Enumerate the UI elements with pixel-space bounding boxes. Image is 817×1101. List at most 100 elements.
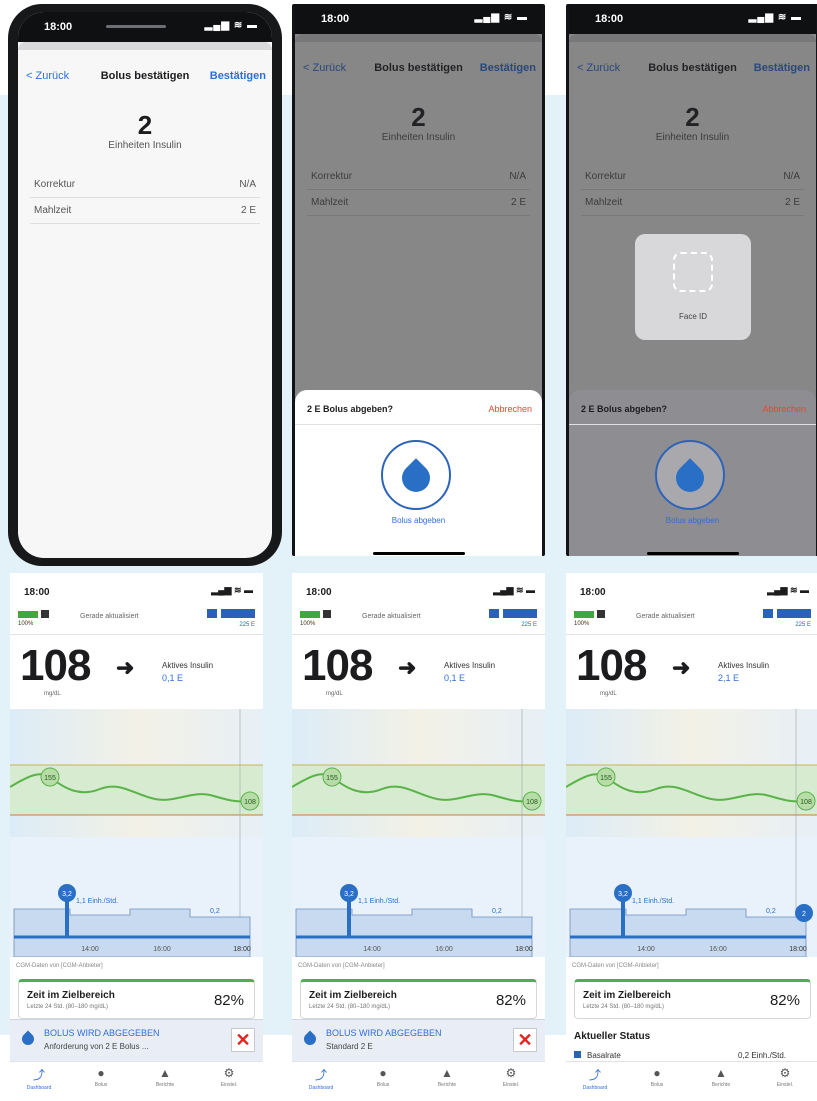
- faceid-icon: [673, 252, 713, 292]
- row-value: N/A: [239, 179, 256, 190]
- cancel-bolus-button[interactable]: ✕: [513, 1028, 537, 1052]
- cancel-button[interactable]: Abbrechen: [488, 404, 532, 414]
- x-tick-label: 16:00: [709, 946, 727, 953]
- tab-dashboard[interactable]: ⤴ Dashboard: [296, 1066, 346, 1091]
- x-tick-label: 16:00: [153, 946, 171, 953]
- tab-reports[interactable]: ▲ Berichte: [696, 1066, 746, 1088]
- banner-title: BOLUS WIRD ABGEGEBEN: [44, 1028, 160, 1038]
- tir-title: Zeit im Zielbereich: [27, 990, 115, 1001]
- deliver-bolus-button[interactable]: [381, 440, 451, 510]
- bell-icon: ▲: [441, 1066, 453, 1080]
- cgm-icon: [323, 610, 331, 618]
- confirm-screen: 18:00 ▂▄▆ ≋ ▬ < Zurück Bolus bestätigen …: [18, 12, 272, 558]
- faceid-screen: 18:00 ▂▄▆ ≋ ▬ < Zurück Bolus bestätigen …: [569, 4, 816, 556]
- glucose-chart[interactable]: 155 108: [566, 709, 817, 837]
- status-icons: ▂▄▆ ≋ ▬: [767, 585, 809, 595]
- tab-label: Einstel.: [502, 1082, 520, 1088]
- insulin-reservoir-icon: [489, 609, 537, 618]
- tab-settings[interactable]: ⚙ Einstel.: [204, 1066, 254, 1088]
- drop-icon: [19, 1030, 37, 1048]
- banner-subtitle: Anforderung von 2 E Bolus ...: [44, 1042, 149, 1051]
- high-marker-label: 155: [44, 775, 56, 782]
- bolus-amount: 2: [137, 110, 153, 140]
- status-time: 18:00: [321, 13, 350, 25]
- insulin-chart[interactable]: 1,1 Einh./Std. 0,2 3,2 2 14:00 16:00 18:…: [566, 837, 817, 957]
- drop-icon: ●: [97, 1066, 105, 1080]
- bell-icon: ▲: [159, 1066, 171, 1080]
- active-insulin-value: 0,1 E: [162, 673, 184, 683]
- x-tick-label: 16:00: [435, 946, 453, 953]
- tab-bolus[interactable]: ● Bolus: [76, 1066, 126, 1088]
- navbar: < Zurück Bolus bestätigen Bestätigen: [18, 52, 272, 98]
- tab-bolus[interactable]: ● Bolus: [632, 1066, 682, 1088]
- bolus-delivery-banner: BOLUS WIRD ABGEGEBEN Anforderung von 2 E…: [10, 1019, 263, 1061]
- bolus-bar: [621, 901, 625, 937]
- new-bolus-marker[interactable]: 2: [795, 904, 813, 922]
- dashboard-screen: 18:00 ▂▄▆ ≋ ▬ 100% Gerade aktualisiert 2…: [10, 573, 263, 1101]
- active-insulin-label: Aktives Insulin: [444, 661, 496, 670]
- cancel-button[interactable]: Abbrechen: [762, 404, 806, 414]
- glucose-chart[interactable]: 155 108: [292, 709, 545, 837]
- tab-dashboard[interactable]: ⤴ Dashboard: [570, 1066, 620, 1091]
- status-bar: 18:00 ▂▄▆ ≋ ▬: [566, 573, 817, 603]
- insulin-reservoir-units: 225 E: [795, 622, 811, 628]
- time-in-range-card[interactable]: Zeit im Zielbereich Letzte 24 Std. (80–1…: [300, 979, 537, 1019]
- time-in-range-card[interactable]: Zeit im Zielbereich Letzte 24 Std. (80–1…: [18, 979, 255, 1019]
- tab-bolus[interactable]: ● Bolus: [358, 1066, 408, 1088]
- tab-bar: ⤴ Dashboard ● Bolus ▲ Berichte ⚙ Einstel…: [10, 1061, 263, 1101]
- tir-subtitle: Letzte 24 Std. (80–180 mg/dL): [583, 1004, 665, 1010]
- tab-label: Dashboard: [308, 1085, 334, 1091]
- deliver-bolus-label[interactable]: Bolus abgeben: [295, 516, 542, 525]
- glucose-unit: mg/dL: [44, 691, 61, 697]
- confirm-button[interactable]: Bestätigen: [210, 70, 266, 82]
- bolus-sheet-screenshot: 18:00 ▂▄▆ ≋ ▬ < Zurück Bolus bestätigen …: [292, 4, 545, 556]
- time-in-range-card[interactable]: Zeit im Zielbereich Letzte 24 Std. (80–1…: [574, 979, 811, 1019]
- cancel-bolus-button[interactable]: ✕: [231, 1028, 255, 1052]
- cgm-source-note: CGM-Daten von [CGM-Anbieter]: [298, 963, 385, 969]
- glucose-chart[interactable]: 155 108: [10, 709, 263, 837]
- basal-end-label: 0,2: [210, 908, 220, 915]
- gear-icon: ⚙: [779, 1066, 791, 1080]
- tab-reports[interactable]: ▲ Berichte: [140, 1066, 190, 1088]
- chart-icon: ⤴: [588, 1068, 601, 1082]
- chart-icon: ⤴: [32, 1068, 45, 1082]
- trend-arrow-icon: ➜: [116, 655, 135, 680]
- tab-settings[interactable]: ⚙ Einstel.: [486, 1066, 536, 1088]
- cgm-source-note: CGM-Daten von [CGM-Anbieter]: [16, 963, 103, 969]
- bolus-marker-label: 3,2: [62, 891, 72, 898]
- status-bar: 18:00 ▂▄▆ ≋ ▬: [292, 573, 545, 603]
- bolus-bar: [347, 901, 351, 937]
- gear-icon: ⚙: [505, 1066, 517, 1080]
- tab-dashboard[interactable]: ⤴ Dashboard: [14, 1066, 64, 1091]
- deliver-bolus-button[interactable]: [655, 440, 725, 510]
- tir-value: 82%: [495, 992, 526, 1009]
- sheet-edge: [18, 42, 272, 50]
- bolus-marker-label: 3,2: [618, 891, 628, 898]
- notch: [106, 25, 166, 28]
- current-status-heading: Aktueller Status: [574, 1031, 651, 1042]
- status-time: 18:00: [580, 587, 606, 598]
- glucose-value: 108: [20, 641, 91, 690]
- active-insulin-value: 2,1 E: [718, 673, 740, 683]
- deliver-bolus-label[interactable]: Bolus abgeben: [569, 516, 816, 525]
- bell-icon: ▲: [715, 1066, 727, 1080]
- status-bar: 18:00 ▂▄▆ ≋ ▬: [18, 12, 272, 42]
- device-status-bar: 100% Gerade aktualisiert 225 E: [10, 603, 263, 635]
- current-marker-label: 108: [526, 799, 538, 806]
- status-time: 18:00: [44, 21, 73, 33]
- insulin-reservoir-icon: [207, 609, 255, 618]
- glucose-unit: mg/dL: [326, 691, 343, 697]
- insulin-chart[interactable]: 1,1 Einh./Std. 0,2 3,2 14:00 16:00 18:00: [292, 837, 545, 957]
- glucose-value: 108: [302, 641, 373, 690]
- bolus-action-sheet: 2 E Bolus abgeben? Abbrechen Bolus abgeb…: [569, 390, 816, 556]
- insulin-reservoir-icon: [763, 609, 811, 618]
- insulin-chart[interactable]: 1,1 Einh./Std. 0,2 3,2 14:00 16:00 18:00: [10, 837, 263, 957]
- status-row-value: 0,2 Einh./Std.: [738, 1051, 787, 1060]
- x-tick-label: 18:00: [789, 946, 807, 953]
- tab-reports[interactable]: ▲ Berichte: [422, 1066, 472, 1088]
- cgm-icon: [597, 610, 605, 618]
- chart-icon: ⤴: [314, 1068, 327, 1082]
- drop-icon: [670, 458, 710, 498]
- tab-settings[interactable]: ⚙ Einstel.: [760, 1066, 810, 1088]
- glucose-unit: mg/dL: [600, 691, 617, 697]
